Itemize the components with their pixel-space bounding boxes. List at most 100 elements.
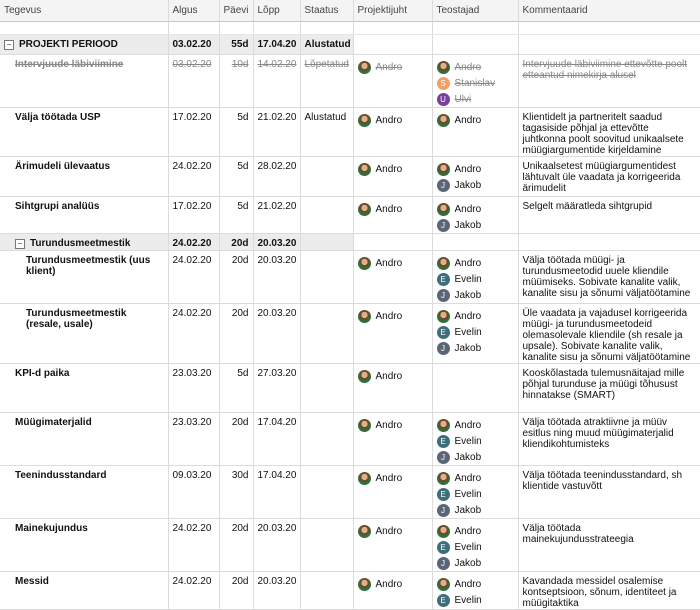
start-cell[interactable]: 17.02.20 (168, 196, 220, 234)
start-cell[interactable]: 24.02.20 (168, 250, 220, 304)
days-cell[interactable]: 5d (219, 156, 254, 197)
col-header-end[interactable]: Lõpp (253, 0, 301, 22)
days-cell[interactable]: 20d (219, 250, 254, 304)
table-row[interactable]: Välja töötada USP 17.02.20 5d 21.02.20 Alust… (0, 107, 700, 157)
col-header-comments[interactable]: Kommentaarid (518, 0, 700, 22)
start-cell[interactable]: 24.02.20 (168, 156, 220, 197)
comment-cell[interactable]: Kooskõlastada tulemusnäitajad mille põhj… (518, 363, 700, 413)
task-cell[interactable]: Müügimaterjalid (0, 412, 169, 466)
start-cell[interactable]: 24.02.20 (168, 571, 220, 610)
comment-cell[interactable]: Välja töötada atraktiivne ja müüv esitlu… (518, 412, 700, 466)
comment-cell[interactable]: Kavandada messidel osalemise kontseptsio… (518, 571, 700, 610)
doers-cell[interactable]: Andro (432, 107, 519, 157)
days-cell[interactable]: 20d (219, 571, 254, 610)
doers-cell[interactable]: Andro E Evelin J Jakob (432, 465, 519, 519)
doers-cell[interactable]: Andro E Evelin J Jakob (432, 250, 519, 304)
col-header-days[interactable]: Päevi (219, 0, 254, 22)
collapse-toggle-icon[interactable]: − (4, 40, 14, 50)
pm-cell[interactable]: Andro (353, 518, 433, 572)
doers-cell[interactable] (432, 363, 519, 413)
pm-cell[interactable]: Andro (353, 363, 433, 413)
col-header-start[interactable]: Algus (168, 0, 220, 22)
table-row[interactable]: Ärimudeli ülevaatus 24.02.20 5d 28.02.20 And… (0, 156, 700, 197)
task-cell[interactable]: Messid (0, 571, 169, 610)
pm-cell[interactable]: Andro (353, 412, 433, 466)
start-cell[interactable]: 24.02.20 (168, 233, 220, 251)
table-row[interactable]: Turundusmeetmestik (uus klient) 24.02.20 2… (0, 250, 700, 304)
doers-cell[interactable]: Andro E Evelin (432, 571, 519, 610)
doers-cell[interactable] (432, 233, 519, 251)
doers-cell[interactable] (432, 34, 519, 55)
status-cell[interactable] (300, 303, 354, 364)
end-cell[interactable]: 21.02.20 (253, 107, 301, 157)
end-cell[interactable]: 21.02.20 (253, 196, 301, 234)
status-cell[interactable] (300, 363, 354, 413)
pm-cell[interactable] (353, 233, 433, 251)
status-cell[interactable] (300, 518, 354, 572)
comment-cell[interactable]: Selgelt määratleda sihtgrupid (518, 196, 700, 234)
task-cell[interactable]: Sihtgrupi analüüs (0, 196, 169, 234)
col-header-doers[interactable]: Teostajad (432, 0, 519, 22)
table-row[interactable]: Sihtgrupi analüüs 17.02.20 5d 21.02.20 Andro… (0, 196, 700, 234)
col-header-pm[interactable]: Projektijuht (353, 0, 433, 22)
end-cell[interactable]: 20.03.20 (253, 518, 301, 572)
status-cell[interactable]: Alustatud (300, 107, 354, 157)
table-row[interactable]: Messid 24.02.20 20d 20.03.20 Andro Andro E Evel… (0, 571, 700, 610)
comment-cell[interactable]: Välja töötada müügi- ja turundusmeetodid… (518, 250, 700, 304)
col-header-status[interactable]: Staatus (300, 0, 354, 22)
task-cell[interactable]: Turundusmeetmestik (uus klient) (0, 250, 169, 304)
comment-cell[interactable]: Välja töötada teenindusstandard, sh klie… (518, 465, 700, 519)
end-cell[interactable]: 14.02.20 (253, 54, 301, 108)
days-cell[interactable]: 5d (219, 107, 254, 157)
end-cell[interactable]: 17.04.20 (253, 34, 301, 55)
table-row[interactable]: Teenindusstandard 09.03.20 30d 17.04.20 Andr… (0, 465, 700, 519)
task-cell[interactable]: Mainekujundus (0, 518, 169, 572)
pm-cell[interactable]: Andro (353, 465, 433, 519)
status-cell[interactable] (300, 233, 354, 251)
start-cell[interactable]: 09.03.20 (168, 465, 220, 519)
comment-cell[interactable]: Üle vaadata ja vajadusel korrigeerida mü… (518, 303, 700, 364)
start-cell[interactable]: 03.02.20 (168, 34, 220, 55)
pm-cell[interactable] (353, 34, 433, 55)
pm-cell[interactable]: Andro (353, 54, 433, 108)
status-cell[interactable] (300, 196, 354, 234)
doers-cell[interactable]: Andro J Jakob (432, 156, 519, 197)
comment-cell[interactable]: Klientidelt ja partneritelt saadud tagas… (518, 107, 700, 157)
pm-cell[interactable]: Andro (353, 250, 433, 304)
col-header-task[interactable]: Tegevus (0, 0, 169, 22)
days-cell[interactable]: 20d (219, 412, 254, 466)
table-row[interactable]: Turundusmeetmestik (resale, usale) 24.02.… (0, 303, 700, 364)
doers-cell[interactable]: Andro E Evelin J Jakob (432, 518, 519, 572)
task-cell[interactable]: Intervjuude läbiviimine (0, 54, 169, 108)
task-cell[interactable]: − PROJEKTI PERIOOD (0, 34, 169, 55)
table-row[interactable]: KPI-d paika 23.03.20 5d 27.03.20 Andro Kooskõ… (0, 363, 700, 413)
start-cell[interactable]: 23.03.20 (168, 412, 220, 466)
pm-cell[interactable]: Andro (353, 156, 433, 197)
table-row[interactable]: Intervjuude läbiviimine 03.02.20 10d 14.02.… (0, 54, 700, 108)
group-row[interactable]: − Turundusmeetmestik 24.02.20 20d 20.03.20 (0, 233, 700, 251)
comment-cell[interactable]: Intervjuude läbiviimine ettevõtte poolt … (518, 54, 700, 108)
days-cell[interactable]: 20d (219, 233, 254, 251)
end-cell[interactable]: 27.03.20 (253, 363, 301, 413)
comment-cell[interactable]: Unikaalsetest müügiargumentidest lähtuva… (518, 156, 700, 197)
pm-cell[interactable]: Andro (353, 196, 433, 234)
pm-cell[interactable]: Andro (353, 107, 433, 157)
status-cell[interactable] (300, 412, 354, 466)
end-cell[interactable]: 20.03.20 (253, 233, 301, 251)
task-cell[interactable]: KPI-d paika (0, 363, 169, 413)
task-cell[interactable]: Ärimudeli ülevaatus (0, 156, 169, 197)
doers-cell[interactable]: Andro J Jakob (432, 196, 519, 234)
start-cell[interactable]: 24.02.20 (168, 518, 220, 572)
end-cell[interactable]: 17.04.20 (253, 465, 301, 519)
comment-cell[interactable] (518, 34, 700, 55)
pm-cell[interactable]: Andro (353, 571, 433, 610)
days-cell[interactable]: 10d (219, 54, 254, 108)
status-cell[interactable] (300, 571, 354, 610)
start-cell[interactable]: 03.02.20 (168, 54, 220, 108)
days-cell[interactable]: 55d (219, 34, 254, 55)
task-cell[interactable]: − Turundusmeetmestik (0, 233, 169, 251)
doers-cell[interactable]: Andro E Evelin J Jakob (432, 412, 519, 466)
collapse-toggle-icon[interactable]: − (15, 239, 25, 249)
group-row[interactable]: − PROJEKTI PERIOOD 03.02.20 55d 17.04.20 Alus… (0, 34, 700, 55)
task-cell[interactable]: Turundusmeetmestik (resale, usale) (0, 303, 169, 364)
